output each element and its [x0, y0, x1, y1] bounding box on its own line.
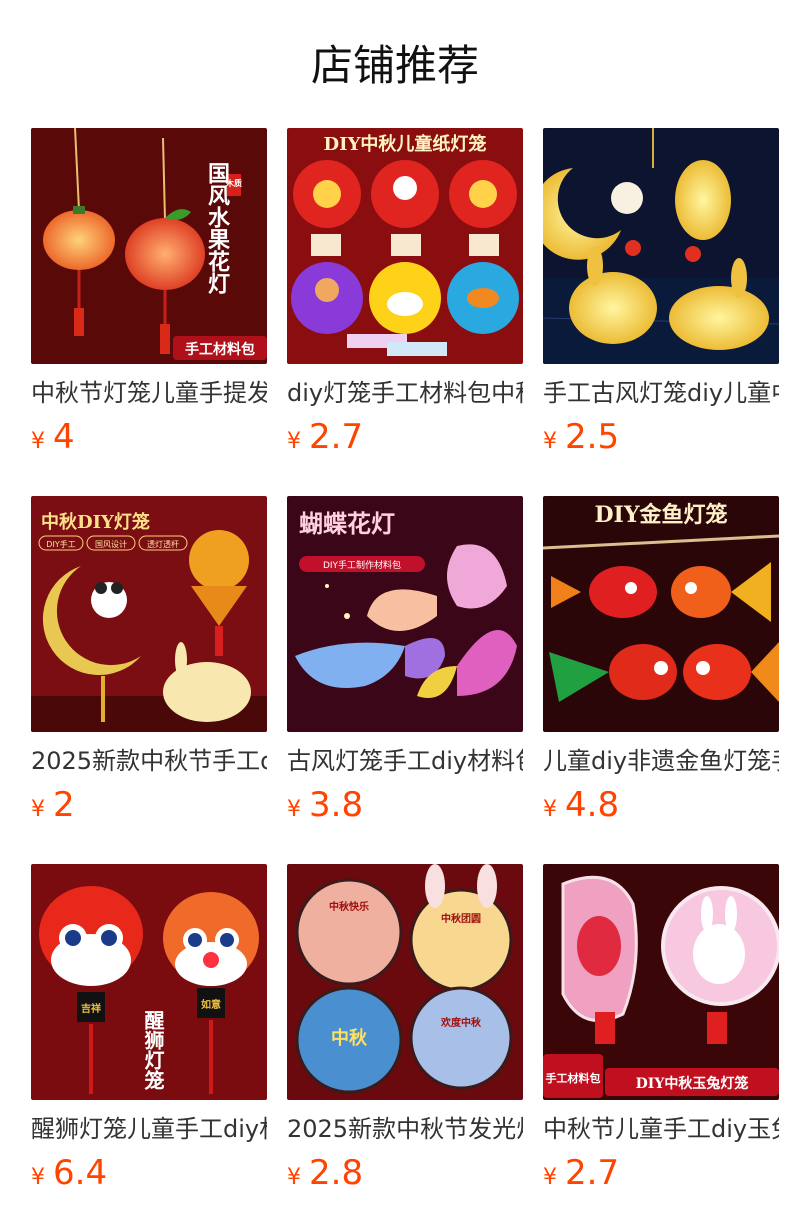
image-label: 中秋团圆	[441, 912, 481, 925]
product-card[interactable]: 中秋DIY灯笼 DIY手工 国风设计 透灯透杆 2025新款中秋节手工diy灯笼…	[31, 496, 267, 826]
product-name[interactable]: diy灯笼手工材料包中秋节儿童纸灯笼	[287, 376, 523, 410]
product-name[interactable]: 儿童diy非遗金鱼灯笼手工材料包	[543, 744, 779, 778]
currency-symbol: ¥	[287, 429, 301, 454]
product-price: ¥3.8	[287, 783, 363, 827]
jade-rabbit-lantern-image: 手工材料包 DIY中秋玉兔灯笼	[543, 864, 779, 1100]
product-image[interactable]	[543, 128, 779, 364]
product-image[interactable]: 吉祥 如意 醒狮灯笼	[31, 864, 267, 1100]
product-image[interactable]: 蝴蝶花灯 DIY手工制作材料包	[287, 496, 523, 732]
product-name[interactable]: 手工古风灯笼diy儿童中秋玉兔发光灯	[543, 376, 779, 410]
butterfly-lantern-image: 蝴蝶花灯 DIY手工制作材料包	[287, 496, 523, 732]
image-label: 欢度中秋	[440, 1016, 482, 1029]
product-name[interactable]: 2025新款中秋节发光灯笼手工diy	[287, 1112, 523, 1146]
product-card[interactable]: DIY金鱼灯笼 儿童diy非遗金鱼灯笼手工材料包 ¥4.8	[543, 496, 779, 826]
image-overlay-title: DIY中秋玉兔灯笼	[636, 1075, 749, 1092]
currency-symbol: ¥	[287, 1165, 301, 1190]
image-overlay-title: 醒狮灯笼	[141, 1010, 165, 1091]
image-tag: 国风设计	[95, 539, 127, 549]
product-price: ¥2.7	[287, 415, 363, 459]
image-overlay-title: DIY中秋儿童纸灯笼	[324, 133, 487, 155]
product-card[interactable]: 木质 国风水果花灯 手工材料包 中秋节灯笼儿童手提发光手工diy材料包 ¥4	[31, 128, 267, 458]
price-value: 3.8	[309, 785, 364, 825]
product-card[interactable]: 中秋快乐 中秋团圆 中秋 欢度中秋 2025新款中秋节发光灯笼手工diy ¥2.…	[287, 864, 523, 1194]
price-value: 6.4	[53, 1153, 108, 1193]
product-price: ¥4.8	[543, 783, 619, 827]
rabbit-lantern-image	[543, 128, 779, 364]
product-card[interactable]: 蝴蝶花灯 DIY手工制作材料包 古风灯笼手工diy材料包蝴蝶花灯 ¥3.8	[287, 496, 523, 826]
product-card[interactable]: 手工古风灯笼diy儿童中秋玉兔发光灯 ¥2.5	[543, 128, 779, 458]
price-value: 2.7	[309, 417, 364, 457]
image-overlay-title: 蝴蝶花灯	[299, 509, 395, 538]
product-name[interactable]: 古风灯笼手工diy材料包蝴蝶花灯	[287, 744, 523, 778]
product-name[interactable]: 2025新款中秋节手工diy灯笼材料包	[31, 744, 267, 778]
image-label: 中秋快乐	[329, 900, 369, 913]
product-image[interactable]: DIY金鱼灯笼	[543, 496, 779, 732]
currency-symbol: ¥	[543, 797, 557, 822]
image-label: 吉祥	[81, 1002, 101, 1015]
image-badge: 手工材料包	[185, 341, 255, 358]
currency-symbol: ¥	[543, 1165, 557, 1190]
price-value: 4	[53, 417, 75, 457]
currency-symbol: ¥	[31, 1165, 45, 1190]
image-tag: DIY手工	[46, 539, 75, 549]
image-label: 如意	[201, 998, 221, 1011]
currency-symbol: ¥	[543, 429, 557, 454]
product-image[interactable]: 中秋DIY灯笼 DIY手工 国风设计 透灯透杆	[31, 496, 267, 732]
product-image[interactable]: 手工材料包 DIY中秋玉兔灯笼	[543, 864, 779, 1100]
image-overlay-title: 中秋DIY灯笼	[41, 511, 150, 533]
product-card[interactable]: DIY中秋儿童纸灯笼 diy灯笼手工材料包中秋节儿童纸灯笼	[287, 128, 523, 458]
currency-symbol: ¥	[31, 797, 45, 822]
product-price: ¥2.8	[287, 1151, 363, 1195]
image-overlay-title: DIY金鱼灯笼	[594, 502, 727, 528]
price-value: 4.8	[565, 785, 620, 825]
product-name[interactable]: 醒狮灯笼儿童手工diy材料包国潮	[31, 1112, 267, 1146]
product-price: ¥6.4	[31, 1151, 107, 1195]
moon-panda-lantern-image: 中秋DIY灯笼 DIY手工 国风设计 透灯透杆	[31, 496, 267, 732]
currency-symbol: ¥	[31, 429, 45, 454]
image-badge: 手工材料包	[546, 1071, 601, 1085]
goldfish-lantern-image: DIY金鱼灯笼	[543, 496, 779, 732]
image-label: 中秋	[331, 1027, 368, 1049]
price-value: 2.5	[565, 417, 620, 457]
paper-lantern-image: DIY中秋儿童纸灯笼	[287, 128, 523, 364]
fruit-lantern-image: 木质 国风水果花灯 手工材料包	[31, 128, 267, 364]
currency-symbol: ¥	[287, 797, 301, 822]
price-value: 2.7	[565, 1153, 620, 1193]
product-price: ¥2.5	[543, 415, 619, 459]
product-price: ¥2.7	[543, 1151, 619, 1195]
product-image[interactable]: 木质 国风水果花灯 手工材料包	[31, 128, 267, 364]
image-tag: DIY手工制作材料包	[323, 559, 401, 571]
product-price: ¥2	[31, 783, 75, 827]
round-festival-lantern-image: 中秋快乐 中秋团圆 中秋 欢度中秋	[287, 864, 523, 1100]
product-card[interactable]: 手工材料包 DIY中秋玉兔灯笼 中秋节儿童手工diy玉兔灯笼材料包 ¥2.7	[543, 864, 779, 1194]
product-name[interactable]: 中秋节儿童手工diy玉兔灯笼材料包	[543, 1112, 779, 1146]
image-overlay-title: 国风水果花灯	[204, 162, 230, 295]
product-price: ¥4	[31, 415, 75, 459]
price-value: 2.8	[309, 1153, 364, 1193]
price-value: 2	[53, 785, 75, 825]
image-tag: 透灯透杆	[147, 539, 179, 549]
product-image[interactable]: DIY中秋儿童纸灯笼	[287, 128, 523, 364]
product-image[interactable]: 中秋快乐 中秋团圆 中秋 欢度中秋	[287, 864, 523, 1100]
product-name[interactable]: 中秋节灯笼儿童手提发光手工diy材料包	[31, 376, 267, 410]
product-card[interactable]: 吉祥 如意 醒狮灯笼 醒狮灯笼儿童手工diy材料包国潮 ¥6.4	[31, 864, 267, 1194]
lion-dance-lantern-image: 吉祥 如意 醒狮灯笼	[31, 864, 267, 1100]
section-title: 店铺推荐	[310, 41, 479, 90]
